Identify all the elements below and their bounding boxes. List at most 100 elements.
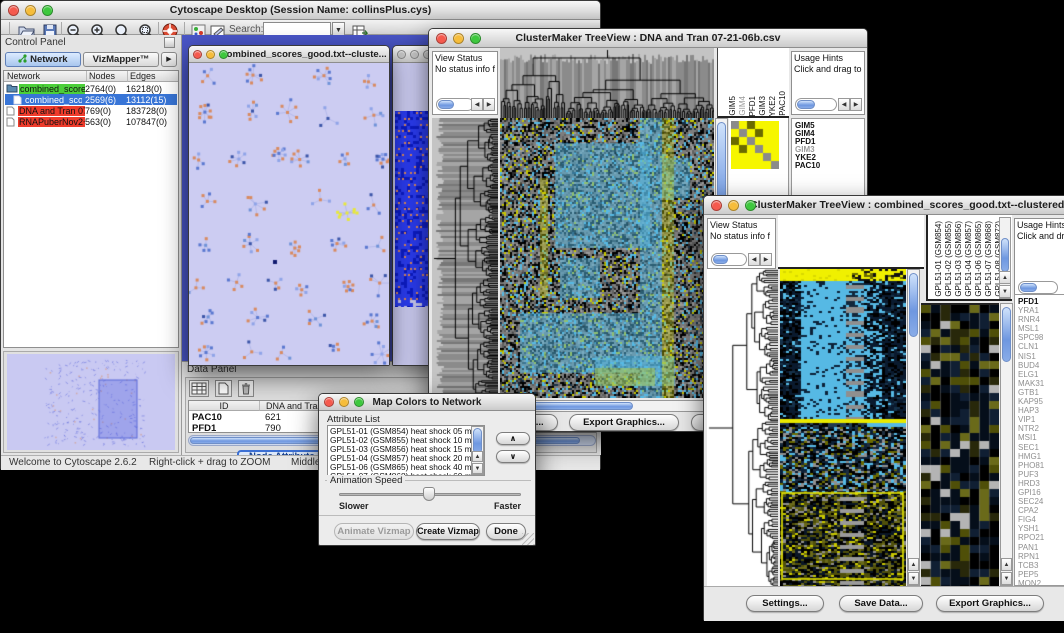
scroll-up-icon[interactable]: ▲: [472, 451, 483, 462]
attribute-list-item[interactable]: GPL51-01 (GSM854) heat shock 05 min: [330, 427, 482, 436]
attribute-list-item[interactable]: GPL51-03 (GSM856) heat shock 15 min: [330, 445, 482, 454]
col-header-edges[interactable]: Edges: [127, 71, 178, 82]
attribute-list-item[interactable]: GPL51-02 (GSM855) heat shock 10 min: [330, 436, 482, 445]
tv2-settings-button[interactable]: Settings...: [746, 595, 824, 612]
tv2-gene-item[interactable]: BUD4: [1018, 361, 1064, 370]
minimize-button[interactable]: [453, 33, 464, 44]
tv2-gene-item[interactable]: RPN1: [1018, 552, 1064, 561]
close-button[interactable]: [193, 50, 202, 59]
tv2-gene-item[interactable]: YRA1: [1018, 306, 1064, 315]
zoom-button[interactable]: [745, 200, 756, 211]
tv2-gene-item[interactable]: RNR4: [1018, 315, 1064, 324]
tv1-gene-item[interactable]: PFD1: [795, 138, 864, 146]
tv1-gene-item[interactable]: PAC10: [795, 162, 864, 170]
tv2-save-data-button[interactable]: Save Data...: [839, 595, 923, 612]
minimize-button[interactable]: [410, 50, 419, 59]
network1-titlebar[interactable]: combined_scores_good.txt--cluste...: [189, 46, 389, 63]
done-button[interactable]: Done: [486, 523, 526, 540]
tv2-export-graphics-button[interactable]: Export Graphics...: [936, 595, 1044, 612]
tv2-gene-list[interactable]: PFD1YRA1RNR4MSL1SPC98CLN1NIS1BUD4ELG1MAK…: [1014, 294, 1064, 586]
trash-icon[interactable]: [238, 380, 254, 397]
col-header-network[interactable]: Network: [4, 71, 86, 82]
tv2-row-dendrogram-canvas[interactable]: [707, 269, 778, 586]
dialog-titlebar[interactable]: Map Colors to Network: [319, 394, 535, 411]
tab-network[interactable]: Network: [5, 52, 81, 67]
tv2-gene-item[interactable]: VIP1: [1018, 415, 1064, 424]
tv2-gene-item[interactable]: SEC1: [1018, 443, 1064, 452]
scroll-left-icon[interactable]: ◀: [838, 98, 850, 111]
tv2-gene-item[interactable]: HMG1: [1018, 452, 1064, 461]
scroll-left-icon[interactable]: ◀: [471, 98, 483, 111]
tv2-gene-item[interactable]: YSH1: [1018, 524, 1064, 533]
tv1-submatrix-canvas[interactable]: [731, 121, 779, 169]
tab-vizmapper[interactable]: VizMapper™: [83, 52, 159, 67]
scroll-up-icon[interactable]: ▲: [999, 271, 1011, 284]
tv2-vscrollbar[interactable]: ▲ ▼: [907, 269, 920, 586]
tv2-gene-item[interactable]: HAP3: [1018, 406, 1064, 415]
data-col-id[interactable]: ID: [189, 401, 259, 411]
tv2-gene-item[interactable]: GTB1: [1018, 388, 1064, 397]
tv2-gene-item[interactable]: NTR2: [1018, 424, 1064, 433]
tv2-gene-item[interactable]: TCB3: [1018, 561, 1064, 570]
animate-vizmap-button[interactable]: Animate Vizmap: [334, 523, 414, 540]
tv2-gene-item[interactable]: HRD3: [1018, 479, 1064, 488]
move-down-button[interactable]: ∨: [496, 450, 530, 463]
scroll-down-icon[interactable]: ▼: [999, 285, 1011, 298]
attribute-list[interactable]: GPL51-01 (GSM854) heat shock 05 minGPL51…: [327, 425, 485, 476]
tv2-labels-scrollbar[interactable]: ▲ ▼: [999, 217, 1011, 299]
close-button[interactable]: [8, 5, 19, 16]
search-input[interactable]: [263, 22, 331, 36]
network-row-dna-tran[interactable]: DNA and Tran 07 769(0) 183728(0): [5, 105, 177, 116]
scroll-right-icon[interactable]: ▶: [483, 98, 495, 111]
tv1-gene-item[interactable]: GIM4: [795, 130, 864, 138]
scroll-up-icon[interactable]: ▲: [908, 558, 919, 571]
tv1-row-dendrogram-canvas[interactable]: [432, 118, 498, 398]
tv2-gene-item[interactable]: PAN1: [1018, 543, 1064, 552]
tv1-hints-scrollbar[interactable]: [795, 98, 837, 111]
move-up-button[interactable]: ∧: [496, 432, 530, 445]
tv2-gene-item[interactable]: MSI1: [1018, 433, 1064, 442]
network-view-canvas[interactable]: [189, 63, 389, 365]
tv2-submatrix-canvas[interactable]: [921, 303, 999, 588]
new-page-icon[interactable]: [215, 380, 232, 397]
treeview1-titlebar[interactable]: ClusterMaker TreeView : DNA and Tran 07-…: [429, 29, 867, 48]
scroll-down-icon[interactable]: ▼: [908, 572, 919, 585]
scroll-down-icon[interactable]: ▼: [472, 463, 483, 474]
attribute-list-item[interactable]: GPL51-04 (GSM857) heat shock 20 min: [330, 454, 482, 463]
tv2-column-tree-area[interactable]: [778, 215, 924, 269]
tv1-column-dendrogram-canvas[interactable]: [500, 48, 714, 120]
minimize-button[interactable]: [206, 50, 215, 59]
create-vizmap-button[interactable]: Create Vizmap: [416, 523, 480, 540]
attribute-list-item[interactable]: GPL51-06 (GSM865) heat shock 40 min: [330, 463, 482, 472]
tv1-heatmap-canvas[interactable]: [500, 118, 714, 398]
slider-thumb[interactable]: [423, 487, 435, 501]
tv2-heatmap-canvas[interactable]: [780, 269, 906, 586]
scroll-right-icon[interactable]: ▶: [760, 253, 772, 266]
tv1-export-graphics-button[interactable]: Export Graphics...: [569, 414, 679, 431]
resize-grip[interactable]: [522, 533, 534, 545]
tv2-gene-item[interactable]: MON2: [1018, 579, 1064, 586]
tv1-gene-item[interactable]: YKE2: [795, 154, 864, 162]
treeview2-titlebar[interactable]: ClusterMaker TreeView : combined_scores_…: [704, 196, 1064, 215]
tv2-gene-item[interactable]: CPA2: [1018, 506, 1064, 515]
close-button[interactable]: [397, 50, 406, 59]
scroll-left-icon[interactable]: ◀: [748, 253, 760, 266]
tv2-gene-item[interactable]: NIS1: [1018, 352, 1064, 361]
tv2-gene-item[interactable]: PHO81: [1018, 461, 1064, 470]
float-panel-icon[interactable]: [164, 37, 175, 48]
scroll-right-icon[interactable]: ▶: [850, 98, 862, 111]
tv1-gene-item[interactable]: GIM5: [795, 122, 864, 130]
tv2-vscrollbar-2[interactable]: ▲ ▼: [1000, 303, 1013, 586]
tv2-gene-item[interactable]: CLN1: [1018, 342, 1064, 351]
minimize-button[interactable]: [25, 5, 36, 16]
tv2-gene-item[interactable]: MAK31: [1018, 379, 1064, 388]
minimize-button[interactable]: [339, 397, 349, 407]
zoom-button[interactable]: [470, 33, 481, 44]
main-titlebar[interactable]: Cytoscape Desktop (Session Name: collins…: [1, 1, 600, 20]
zoom-button[interactable]: [42, 5, 53, 16]
tv1-status-scrollbar[interactable]: [436, 98, 474, 111]
tv2-gene-item[interactable]: SPC98: [1018, 333, 1064, 342]
zoom-button[interactable]: [354, 397, 364, 407]
tv2-gene-item[interactable]: RPO21: [1018, 533, 1064, 542]
tv2-gene-item[interactable]: ELG1: [1018, 370, 1064, 379]
